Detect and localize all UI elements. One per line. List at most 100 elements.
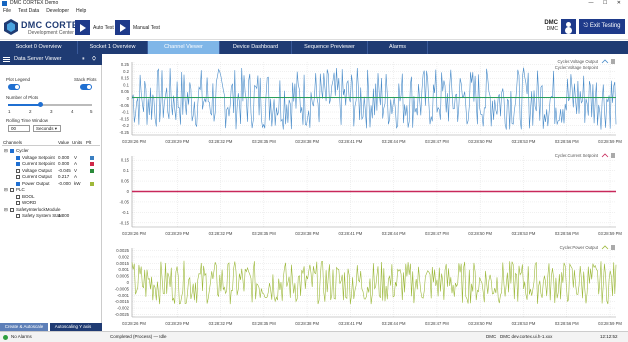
channel-checkbox[interactable] [10,207,14,212]
alarm-status: No Alarms [11,334,32,339]
channel-checkbox[interactable] [16,162,20,166]
y-tick-label: -0.001 [117,293,130,298]
channel-row[interactable]: ⊟ PLC [2,187,100,193]
y-tick-label: -0.0015 [115,299,130,304]
tab-socket-0-overview[interactable]: Socket 0 Overview [0,41,78,54]
channel-row[interactable]: Voltage Setpoint 0.000 V [2,155,100,161]
channel-value: -0.045 [58,167,71,173]
tab-alarms[interactable]: Alarms [368,41,428,54]
channel-row[interactable]: Safety System State 1.000 [2,213,100,219]
auto-test-button[interactable]: Auto Test [75,20,114,35]
user-role: DMC [546,26,558,32]
plot-voltage[interactable]: 0.25 0.2 0.15 0.1 0.05 0 -0.05 -0.1 -0.15 -0.2 -0.… [104,55,628,149]
menu-developer[interactable]: Developer [46,7,69,15]
x-tick-label: 03:28:38 PM [295,231,319,236]
sidebar-buttons: Create & Autoscale Autoscaling Y axis [0,323,102,331]
tab-channel-viewer[interactable]: Channel Viewer [148,41,220,54]
status-user: DMC [486,334,497,339]
user-info: DMC DMC [544,20,558,32]
channel-color-swatch[interactable] [90,181,94,186]
y-tick-label: 0 [127,280,130,285]
channel-row[interactable]: ⊟ Cycler [2,148,100,154]
channel-name: Safety System State [22,213,63,218]
channel-row[interactable]: ⊟ SafetyInterlockModule [2,207,100,213]
channel-name: Voltage Output [22,167,52,173]
channel-row[interactable]: Current Setpoint 0.000 A [2,161,100,167]
exit-testing-button[interactable]: ⎋ Exit Testing [579,19,625,34]
tab-device-dashboard[interactable]: Device Dashboard [220,41,292,54]
channel-color-swatch[interactable] [90,162,94,166]
x-tick-label: 03:28:26 PM [122,139,146,144]
power-chart: 0.00250.002 0.00150.001 0.00050-0.0005 -0.0… [115,245,622,326]
rolling-window-label: Rolling Time Window [6,118,49,123]
create-autoscale-button[interactable]: Create & Autoscale [0,323,48,331]
alarm-status-icon [3,335,8,340]
menu-icon[interactable] [3,57,10,62]
y-tick-label: -0.25 [119,130,129,135]
channel-row[interactable]: WORD [2,200,100,206]
channel-value: 0.217 [58,174,70,179]
channel-units: A [74,174,78,179]
channel-units: A [74,161,78,166]
tab-sequence-previewer[interactable]: Sequence Previewer [292,41,368,54]
user-icon[interactable] [561,19,576,34]
manual-test-button[interactable]: Manual Test [115,20,160,35]
logo-mark-icon [4,19,18,35]
y-tick-label: -0.05 [119,103,129,108]
voltage-chart: 0.25 0.2 0.150.1 0.05 0 -0.05 -0.1-0.15 -0.2 -0.… [119,59,622,144]
channel-units: V [74,154,78,160]
y-tick-label: -0.15 [119,220,129,225]
slider-handle[interactable] [38,102,43,107]
app-header: DMC CORTEX Development Center Auto Test … [0,15,628,40]
plot-power[interactable]: 0.0025 0.002 0.0015 0.001 0.0005 0 -0.0005 -0.0… [104,241,628,331]
plot-current[interactable]: 0.15 0.1 0.05 0 -0.05 -0.1 -0.15 03:28:26 PM 03:… [104,149,628,241]
x-tick-label: 03:28:26 PM [122,321,146,326]
plot-legend-label: Plot Legend [6,77,31,82]
channel-row[interactable]: Power Output -0.000 kW [2,181,100,187]
rolling-window-unit-select[interactable]: Seconds ▾ [33,125,61,132]
x-tick-label: 03:28:32 PM [209,139,233,144]
channel-row[interactable]: BOOL [2,194,100,200]
panel-controls[interactable]: ⏸ ⛭ [82,54,99,65]
channel-row[interactable]: Voltage Output -0.045 V [2,168,100,174]
series-line [131,67,617,130]
tab-socket-1-overview[interactable]: Socket 1 Overview [78,41,148,54]
expand-icon[interactable]: ⊟ [4,207,8,213]
channel-checkbox[interactable] [16,201,20,205]
channel-checkbox[interactable] [16,155,20,160]
channel-checkbox[interactable] [16,214,20,218]
num-plots-slider[interactable] [8,102,92,107]
channel-name: SafetyInterlockModule [16,206,61,212]
legend-swatch-icon [601,245,609,250]
sidebar-collapse-icon[interactable] [96,323,102,331]
menu-help[interactable]: Help [76,7,86,15]
channel-checkbox[interactable] [16,194,20,199]
x-tick-label: 03:28:59 PM [598,231,622,236]
x-tick-label: 03:28:38 PM [295,321,319,326]
channel-checkbox[interactable] [16,168,20,173]
channel-checkbox[interactable] [10,188,14,192]
window-controls[interactable]: — ☐ ✕ [589,0,625,7]
channel-color-swatch[interactable] [90,168,94,173]
y-tick-label: -0.15 [119,116,129,121]
plot-legend-toggle[interactable] [8,84,20,90]
channel-name: PLC [16,187,25,192]
channel-row[interactable]: Current Output 0.217 A [2,174,100,180]
channel-checkbox[interactable] [16,181,20,186]
rolling-window-input[interactable]: 00 [8,125,30,132]
channel-checkbox[interactable] [16,175,20,179]
expand-icon[interactable]: ⊟ [4,187,8,193]
channel-color-swatch[interactable] [90,155,94,160]
expand-icon[interactable]: ⊟ [4,148,8,154]
menu-test-data[interactable]: Test Data [18,7,39,15]
stack-plots-toggle[interactable] [80,84,92,90]
process-status: Completed (Process) — Idle [110,334,167,339]
channel-value: -0.000 [58,180,71,186]
menu-file[interactable]: File [3,7,11,15]
channel-name: Current Setpoint [22,161,55,166]
channel-value: 0.000 [58,161,70,166]
plot-legend-entry: Cycler.Voltage Setpoint [555,65,599,70]
app-icon [2,1,7,6]
channel-checkbox[interactable] [10,149,14,153]
autoscaling-y-button[interactable]: Autoscaling Y axis [50,323,96,331]
